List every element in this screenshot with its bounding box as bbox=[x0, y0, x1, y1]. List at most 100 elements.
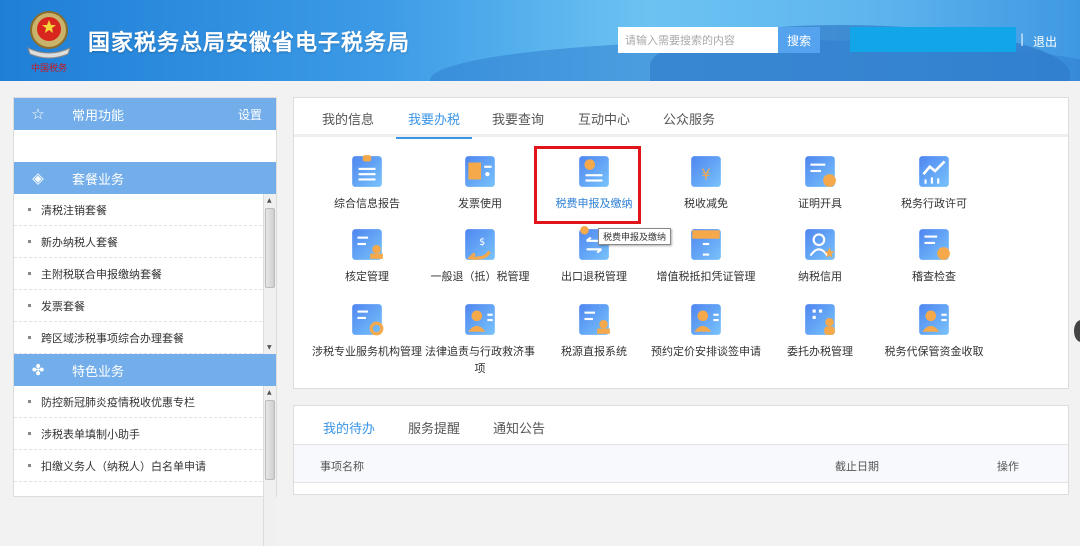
clipboard-icon bbox=[352, 155, 382, 187]
list-item[interactable]: 发票套餐 bbox=[14, 290, 262, 322]
todo-table-header: 事项名称 截止日期 操作 bbox=[294, 445, 1068, 483]
svg-text:中国税务: 中国税务 bbox=[31, 62, 67, 74]
service-label: 税费申报及缴纳 bbox=[555, 197, 633, 210]
tab-public-service[interactable]: 公众服务 bbox=[663, 109, 715, 137]
service-item[interactable]: 税源直报系统 bbox=[537, 301, 651, 360]
invoice-icon bbox=[465, 156, 495, 187]
service-item[interactable]: 法律追责与行政救济事项 bbox=[423, 301, 537, 377]
id-card-icon bbox=[919, 304, 949, 335]
list-item[interactable]: 清税注销套餐 bbox=[14, 194, 262, 226]
service-item[interactable]: 税务代保管资金收取 bbox=[877, 301, 991, 360]
star-icon: ☆ bbox=[31, 105, 45, 123]
service-label: 证明开具 bbox=[798, 197, 842, 210]
tab-interaction[interactable]: 互动中心 bbox=[578, 109, 630, 137]
search-input[interactable] bbox=[618, 27, 778, 53]
tab-tax-handling[interactable]: 我要办税 bbox=[396, 109, 473, 139]
document-plus-icon bbox=[579, 156, 609, 187]
document-gear-icon bbox=[352, 304, 384, 336]
service-item[interactable]: ¥ 税收减免 bbox=[649, 153, 763, 212]
service-label: 发票使用 bbox=[458, 197, 502, 210]
service-label: 税收减免 bbox=[684, 197, 728, 210]
scrollbar[interactable]: ▲ ▼ bbox=[263, 194, 276, 354]
layers-icon: ◈ bbox=[32, 169, 44, 187]
tooltip: 税费申报及缴纳 bbox=[598, 228, 672, 245]
service-label: 法律追责与行政救济事项 bbox=[425, 345, 535, 375]
service-label: 委托办税管理 bbox=[787, 345, 853, 358]
service-label: 综合信息报告 bbox=[334, 197, 400, 210]
main-tabs: 我的信息 我要办税 我要查询 互动中心 公众服务 bbox=[294, 98, 1068, 139]
list-item[interactable]: 新办纳税人套餐 bbox=[14, 226, 262, 258]
service-item[interactable]: 证明开具 bbox=[763, 153, 877, 212]
svg-text:$: $ bbox=[479, 237, 485, 248]
tab-service-reminder[interactable]: 服务提醒 bbox=[408, 418, 460, 445]
tab-query[interactable]: 我要查询 bbox=[492, 109, 544, 137]
cabinet-icon bbox=[691, 229, 721, 260]
special-business-header: ✤ 特色业务 bbox=[14, 354, 276, 386]
service-item[interactable]: 发票使用 bbox=[423, 153, 537, 212]
clover-icon: ✤ bbox=[31, 361, 45, 379]
list-item[interactable]: 跨区域涉税事项综合办理套餐 bbox=[14, 322, 262, 354]
list-item[interactable]: 扣缴义务人（纳税人）白名单申请 bbox=[14, 450, 262, 482]
side-float-button[interactable] bbox=[1074, 320, 1080, 342]
service-item[interactable]: 综合信息报告 bbox=[310, 153, 424, 212]
building-person-icon bbox=[805, 304, 835, 335]
service-label: 税务代保管资金收取 bbox=[884, 345, 984, 358]
common-functions-header: ☆ 常用功能 设置 bbox=[14, 98, 276, 130]
list-item[interactable]: 涉税表单填制小助手 bbox=[14, 418, 262, 450]
document-stamp-icon bbox=[579, 304, 610, 335]
site-header: 中国税务 国家税务总局安徽省电子税务局 搜索 | 退出 bbox=[0, 0, 1080, 81]
money-return-icon: $ bbox=[465, 229, 495, 260]
separator: | bbox=[1020, 32, 1025, 46]
tab-my-todo[interactable]: 我的待办 bbox=[311, 418, 388, 447]
section-title: 特色业务 bbox=[72, 364, 125, 380]
svg-text:¥: ¥ bbox=[701, 166, 710, 183]
section-title: 套餐业务 bbox=[72, 172, 125, 188]
service-label: 一般退（抵）税管理 bbox=[430, 270, 530, 283]
list-item[interactable]: 防控新冠肺炎疫情税收优惠专栏 bbox=[14, 386, 262, 418]
scrollbar[interactable]: ▲ bbox=[263, 386, 276, 546]
service-item[interactable]: 稽查检查 bbox=[877, 226, 991, 285]
service-item[interactable]: 委托办税管理 bbox=[763, 301, 877, 360]
column-header: 截止日期 bbox=[835, 460, 879, 473]
sidebar: ☆ 常用功能 设置 ◈ 套餐业务 清税注销套餐 新办纳税人套餐 主附税联合申报缴… bbox=[13, 97, 277, 546]
common-functions-body bbox=[14, 130, 276, 162]
list-item[interactable]: 主附税联合申报缴纳套餐 bbox=[14, 258, 262, 290]
id-card-icon bbox=[691, 304, 721, 335]
service-label: 税务行政许可 bbox=[901, 197, 967, 210]
id-card-icon bbox=[465, 304, 495, 335]
tab-notice[interactable]: 通知公告 bbox=[493, 418, 545, 445]
tab-my-info[interactable]: 我的信息 bbox=[322, 109, 374, 137]
service-item[interactable]: 税务行政许可 bbox=[877, 153, 991, 212]
service-label: 涉税专业服务机构管理 bbox=[312, 345, 422, 358]
special-list: 防控新冠肺炎疫情税收优惠专栏 涉税表单填制小助手 扣缴义务人（纳税人）白名单申请… bbox=[14, 386, 276, 546]
column-header: 操作 bbox=[997, 460, 1019, 473]
package-business-header: ◈ 套餐业务 bbox=[14, 162, 276, 194]
user-star-icon bbox=[805, 229, 835, 260]
service-item[interactable]: 纳税信用 bbox=[763, 226, 877, 285]
search-button[interactable]: 搜索 bbox=[778, 27, 820, 53]
site-title: 国家税务总局安徽省电子税务局 bbox=[88, 31, 411, 56]
column-header: 事项名称 bbox=[320, 460, 364, 473]
services-panel: 我的信息 我要办税 我要查询 互动中心 公众服务 综合信息报告 发票使用 税费申报及… bbox=[293, 97, 1069, 389]
service-label: 增值税抵扣凭证管理 bbox=[656, 270, 756, 283]
package-list: 清税注销套餐 新办纳税人套餐 主附税联合申报缴纳套餐 发票套餐 跨区域涉税事项综… bbox=[14, 194, 276, 354]
chart-trend-icon bbox=[919, 156, 949, 187]
service-item[interactable]: 税费申报及缴纳 bbox=[537, 153, 651, 212]
certificate-icon bbox=[805, 156, 836, 187]
service-label: 税源直报系统 bbox=[561, 345, 627, 358]
service-item[interactable]: 预约定价安排谈签申请 bbox=[649, 301, 763, 360]
service-label: 核定管理 bbox=[345, 270, 389, 283]
service-label: 预约定价安排谈签申请 bbox=[651, 345, 761, 358]
redacted-welcome-text bbox=[850, 27, 1016, 52]
service-item[interactable]: $ 一般退（抵）税管理 bbox=[423, 226, 537, 285]
service-item[interactable]: 涉税专业服务机构管理 bbox=[310, 301, 424, 360]
service-label: 纳税信用 bbox=[798, 270, 842, 283]
document-stamp-icon bbox=[352, 229, 383, 260]
service-item[interactable]: 核定管理 bbox=[310, 226, 424, 285]
todo-panel: 我的待办 服务提醒 通知公告 事项名称 截止日期 操作 bbox=[293, 405, 1069, 495]
settings-link[interactable]: 设置 bbox=[238, 106, 262, 123]
tax-emblem-logo: 中国税务 bbox=[27, 11, 71, 74]
service-label: 稽查检查 bbox=[912, 270, 956, 283]
yen-ticket-icon: ¥ bbox=[691, 156, 721, 187]
logout-link[interactable]: 退出 bbox=[1033, 33, 1057, 50]
